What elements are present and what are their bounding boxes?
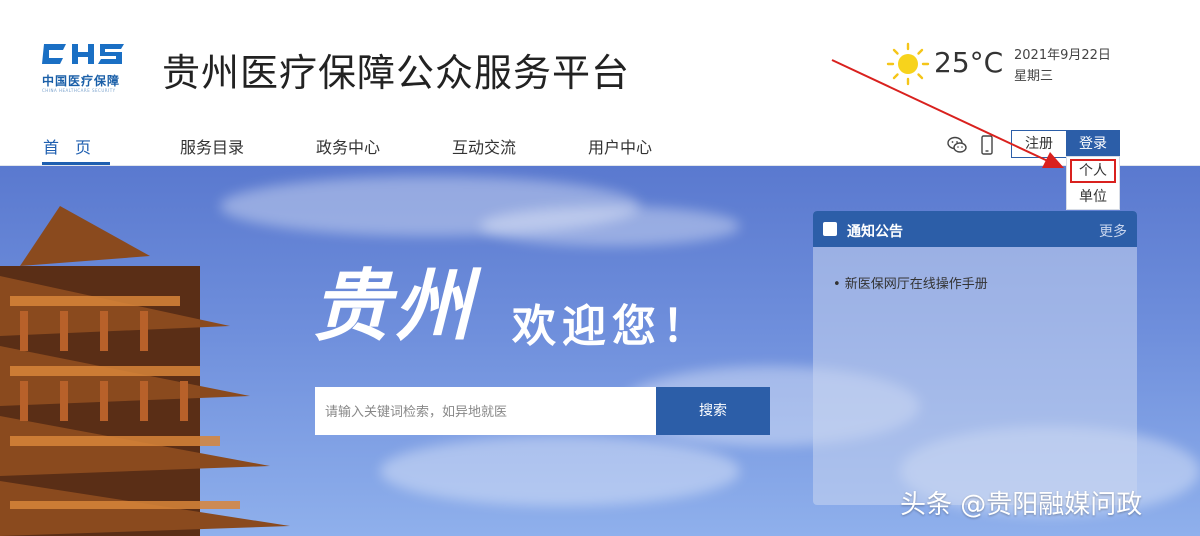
wechat-icon[interactable] xyxy=(946,134,968,156)
login-button[interactable]: 登录 xyxy=(1066,130,1120,158)
chs-logo[interactable]: 中国医疗保障 CHINA HEALTHCARE SECURITY xyxy=(42,40,132,96)
pavilion-illustration xyxy=(0,206,290,536)
logo-en-text: CHINA HEALTHCARE SECURITY xyxy=(42,88,116,93)
login-option-unit[interactable]: 单位 xyxy=(1067,185,1119,209)
date-text: 2021年9月22日 xyxy=(1014,48,1111,63)
notice-icon xyxy=(823,222,837,236)
welcome-text: 欢迎您！ xyxy=(512,301,712,352)
watermark-text: 头条 @贵阳融媒问政 xyxy=(900,490,1143,520)
nav-active-underline xyxy=(42,162,110,165)
site-title: 贵州医疗保障公众服务平台 xyxy=(162,51,631,95)
login-option-personal[interactable]: 个人 xyxy=(1070,159,1116,183)
nav-item-home[interactable]: 首 页 xyxy=(43,134,91,158)
chs-logo-mark xyxy=(42,44,124,64)
welcome-calligraphy: 贵州 xyxy=(312,261,477,352)
notice-panel: 通知公告 更多 • 新医保网厅在线操作手册 xyxy=(813,211,1137,505)
notice-title: 通知公告 xyxy=(847,224,903,240)
cloud xyxy=(380,436,740,506)
search-button[interactable]: 搜索 xyxy=(656,387,770,435)
main-nav: 首 页 服务目录 政务中心 互动交流 用户中心 注册 登录 xyxy=(0,122,1200,166)
search-input[interactable] xyxy=(315,387,657,435)
weather-widget: 25°C 2021年9月22日 星期三 xyxy=(886,40,1126,90)
nav-item-service-catalog[interactable]: 服务目录 xyxy=(180,134,244,158)
nav-item-interaction[interactable]: 互动交流 xyxy=(452,134,516,158)
notice-more-link[interactable]: 更多 xyxy=(1099,221,1127,241)
notice-header: 通知公告 更多 xyxy=(813,211,1137,247)
mobile-icon[interactable] xyxy=(976,134,998,156)
temperature: 25°C xyxy=(934,46,1004,79)
notice-item[interactable]: • 新医保网厅在线操作手册 xyxy=(833,273,988,292)
login-dropdown: 个人 单位 xyxy=(1066,156,1120,210)
cloud xyxy=(480,206,740,246)
logo-cn-text: 中国医疗保障 xyxy=(42,74,121,88)
weekday-text: 星期三 xyxy=(1014,69,1054,84)
nav-item-government-center[interactable]: 政务中心 xyxy=(316,134,380,158)
nav-item-user-center[interactable]: 用户中心 xyxy=(588,134,652,158)
hero-banner: 贵州 欢迎您！ 搜索 通知公告 更多 • 新医保网厅在线操作手册 头条 @贵阳融… xyxy=(0,166,1200,536)
page: 中国医疗保障 CHINA HEALTHCARE SECURITY 贵州医疗保障公… xyxy=(0,0,1200,536)
sun-icon xyxy=(886,42,930,86)
register-button[interactable]: 注册 xyxy=(1011,130,1067,158)
